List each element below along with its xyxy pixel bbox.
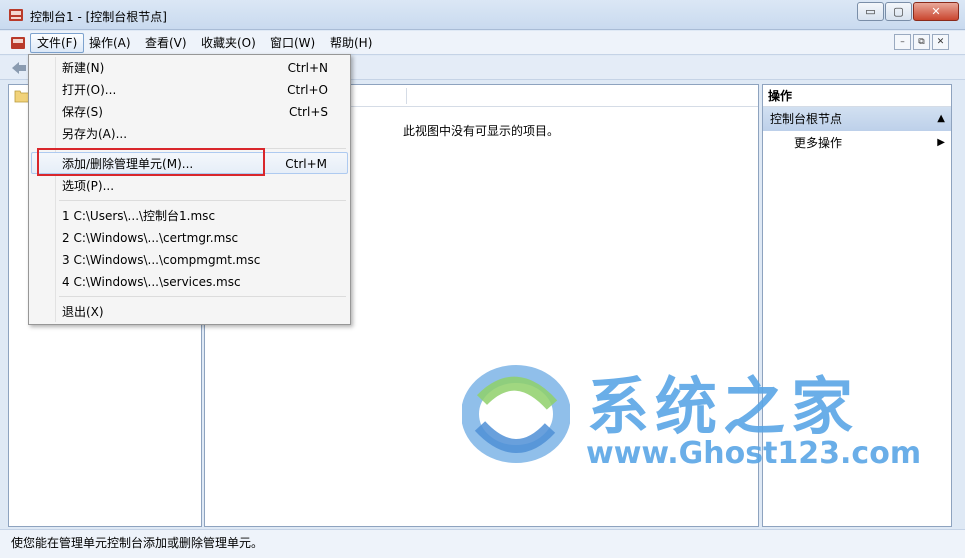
actions-section-root[interactable]: 控制台根节点 ▲: [763, 107, 951, 131]
menu-favorites[interactable]: 收藏夹(O): [195, 33, 262, 53]
mmc-app-icon[interactable]: [8, 7, 24, 23]
column-separator[interactable]: [406, 88, 407, 104]
maximize-icon: ▢: [893, 5, 904, 18]
menu-window[interactable]: 窗口(W): [264, 33, 321, 53]
menu-item-label: 打开(O)...: [62, 83, 117, 97]
menu-item-options[interactable]: 选项(P)...: [31, 175, 348, 197]
more-actions-item[interactable]: 更多操作 ▶: [763, 131, 951, 155]
menu-item-label: 4 C:\Windows\...\services.msc: [62, 275, 241, 289]
restore-icon: ⧉: [918, 37, 925, 47]
menu-help[interactable]: 帮助(H): [324, 33, 378, 53]
watermark-title: 系统之家: [587, 370, 860, 443]
status-bar: 使您能在管理单元控制台添加或删除管理单元。: [0, 529, 965, 558]
menu-item-recent-4[interactable]: 4 C:\Windows\...\services.msc: [31, 271, 348, 293]
menu-item-shortcut: Ctrl+N: [287, 61, 328, 75]
menu-item-shortcut: Ctrl+S: [288, 105, 328, 119]
minimize-icon: –: [900, 37, 905, 47]
menu-item-label: 退出(X): [62, 305, 104, 319]
menu-bar: 文件(F) 操作(A) 查看(V) 收藏夹(O) 窗口(W) 帮助(H) – ⧉…: [0, 31, 965, 55]
child-restore-button[interactable]: ⧉: [913, 34, 930, 50]
console-icon[interactable]: [10, 35, 26, 51]
menu-item-shortcut: Ctrl+M: [285, 157, 327, 171]
actions-section-label: 控制台根节点: [770, 112, 843, 126]
maximize-button[interactable]: ▢: [885, 2, 912, 21]
menu-item-label: 3 C:\Windows\...\compmgmt.msc: [62, 253, 261, 267]
empty-view-message: 此视图中没有可显示的项目。: [403, 124, 560, 138]
child-minimize-button[interactable]: –: [894, 34, 911, 50]
file-menu-dropdown: 新建(N) Ctrl+N 打开(O)... Ctrl+O 保存(S) Ctrl+…: [28, 54, 351, 325]
menu-item-label: 新建(N): [62, 61, 105, 75]
menu-item-label: 选项(P)...: [62, 179, 115, 193]
menu-item-recent-2[interactable]: 2 C:\Windows\...\certmgr.msc: [31, 227, 348, 249]
minimize-icon: ▭: [865, 5, 876, 18]
watermark-url: www.Ghost123.com: [586, 436, 922, 471]
menu-item-shortcut: Ctrl+O: [287, 83, 328, 97]
title-bar: 控制台1 - [控制台根节点] ▭ ▢ ✕: [0, 0, 965, 30]
status-text: 使您能在管理单元控制台添加或删除管理单元。: [11, 536, 264, 550]
menu-action[interactable]: 操作(A): [83, 33, 137, 53]
menu-separator: [59, 200, 346, 201]
menu-item-label: 2 C:\Windows\...\certmgr.msc: [62, 231, 239, 245]
collapse-icon[interactable]: ▲: [937, 107, 945, 131]
highlight-annotation-box: [37, 148, 265, 176]
menu-item-open[interactable]: 打开(O)... Ctrl+O: [31, 79, 348, 101]
child-close-button[interactable]: ✕: [932, 34, 949, 50]
back-arrow-icon[interactable]: [10, 59, 28, 77]
menu-item-recent-3[interactable]: 3 C:\Windows\...\compmgmt.msc: [31, 249, 348, 271]
menu-file[interactable]: 文件(F): [30, 33, 85, 53]
window-title: 控制台1 - [控制台根节点]: [30, 10, 167, 24]
close-button[interactable]: ✕: [913, 2, 959, 21]
menu-item-label: 1 C:\Users\...\控制台1.msc: [62, 209, 216, 223]
menu-item-label: 另存为(A)...: [62, 127, 128, 141]
menu-item-exit[interactable]: 退出(X): [31, 301, 348, 323]
minimize-button[interactable]: ▭: [857, 2, 884, 21]
menu-item-new[interactable]: 新建(N) Ctrl+N: [31, 57, 348, 79]
menu-item-save[interactable]: 保存(S) Ctrl+S: [31, 101, 348, 123]
close-icon: ✕: [931, 5, 941, 18]
menu-item-recent-1[interactable]: 1 C:\Users\...\控制台1.msc: [31, 205, 348, 227]
close-icon: ✕: [936, 37, 945, 47]
menu-separator: [59, 296, 346, 297]
menu-item-label: 保存(S): [62, 105, 103, 119]
watermark-logo-icon: [462, 365, 570, 463]
actions-header: 操作: [763, 85, 951, 107]
more-actions-label: 更多操作: [794, 136, 843, 150]
menu-view[interactable]: 查看(V): [139, 33, 193, 53]
menu-item-save-as[interactable]: 另存为(A)...: [31, 123, 348, 145]
submenu-arrow-icon: ▶: [937, 137, 945, 148]
